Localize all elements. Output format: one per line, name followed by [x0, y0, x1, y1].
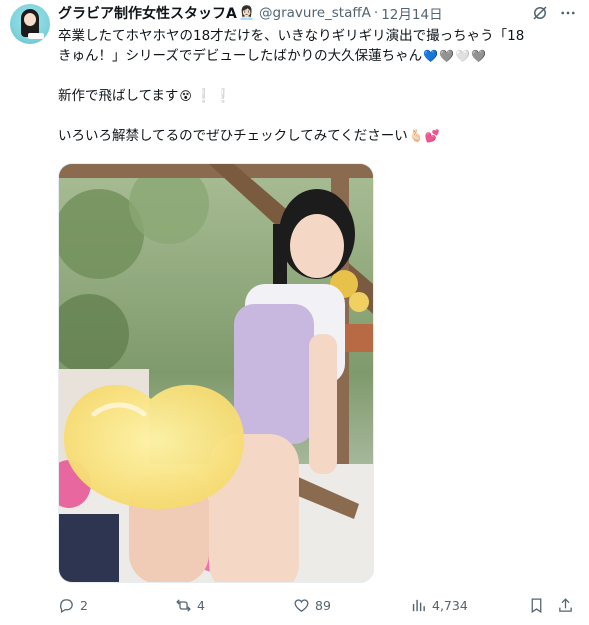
retweet-icon: [176, 598, 191, 612]
sparkle-emoji-2: 🩶: [470, 49, 486, 63]
reply-count: 2: [80, 597, 88, 613]
bookmark-icon: [531, 597, 542, 613]
avatar[interactable]: [10, 4, 50, 44]
views-count: 4,734: [432, 597, 468, 613]
share-button[interactable]: [557, 594, 579, 616]
tweet-actions: 2 4 89 4,734: [58, 594, 578, 616]
tweet-line-1: 卒業したてホヤホヤの18才だけを、いきなりギリギリ演出で撮っちゃう「18: [58, 28, 525, 44]
user-handle[interactable]: @gravure_staffA: [259, 5, 371, 21]
tweet-photo[interactable]: [58, 163, 374, 583]
bookmark-button[interactable]: [528, 594, 550, 616]
two-hearts-emoji: 💕: [424, 129, 440, 143]
exclamation-mark-1: ❕: [194, 88, 212, 104]
tweet-line-2: きゅん！」シリーズでデビューしたばかりの大久保蓮ちゃん💙🩶🤍🩶: [58, 46, 578, 66]
tweet-line-2-text: きゅん！」シリーズでデビューしたばかりの大久保蓮ちゃん: [58, 48, 423, 64]
header-separator: ·: [373, 5, 379, 21]
photo-image: [59, 164, 373, 582]
reply-button[interactable]: 2: [58, 594, 88, 616]
tweet-card[interactable]: グラビア制作女性スタッフA 👩🏻‍💼 @gravure_staffA · 12月…: [0, 0, 589, 625]
tweet-line-4: いろいろ解禁してるのでぜひチェックしてみてくださーい🫰🏻💕: [58, 126, 578, 146]
finger-heart-emoji: 🫰🏻: [408, 129, 424, 143]
white-heart-emoji: 🤍: [455, 49, 470, 63]
heart-icon: [294, 598, 309, 612]
sparkle-emoji: 🩶: [439, 49, 455, 63]
avatar-face: [24, 13, 36, 26]
like-count: 89: [315, 597, 331, 613]
tweet-line-3-text: 新作で飛ばしてます: [58, 88, 179, 104]
tweet-text: 卒業したてホヤホヤの18才だけを、いきなりギリギリ演出で撮っちゃう「18 きゅん…: [58, 26, 578, 146]
post-date[interactable]: 12月14日: [381, 3, 442, 23]
retweet-button[interactable]: 4: [175, 594, 205, 616]
tweet-header: グラビア制作女性スタッフA 👩🏻‍💼 @gravure_staffA · 12月…: [58, 3, 443, 23]
reply-icon: [60, 598, 73, 613]
share-icon: [559, 597, 572, 612]
grok-icon[interactable]: [531, 4, 549, 22]
views-button[interactable]: 4,734: [410, 594, 468, 616]
tweet-line-3: 新作で飛ばしてます😵 ❕ ❕: [58, 86, 578, 106]
more-icon[interactable]: [559, 4, 577, 22]
retweet-count: 4: [197, 597, 205, 613]
views-icon: [412, 599, 425, 611]
dizzy-face-emoji: 😵: [179, 89, 192, 103]
blue-heart-emoji: 💙: [423, 49, 439, 63]
exclamation-mark-2: ❕: [214, 88, 232, 104]
tweet-line-4-text: いろいろ解禁してるのでぜひチェックしてみてくださーい: [58, 128, 408, 144]
like-button[interactable]: 89: [293, 594, 331, 616]
avatar-badge: [28, 33, 44, 39]
display-name[interactable]: グラビア制作女性スタッフA: [58, 3, 237, 23]
name-emoji: 👩🏻‍💼: [238, 5, 256, 21]
